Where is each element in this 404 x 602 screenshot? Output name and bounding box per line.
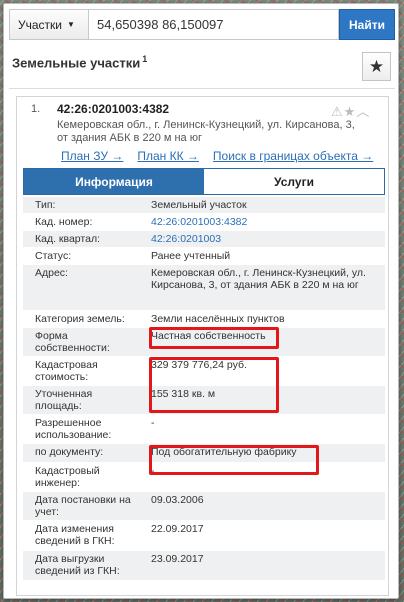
- property-label: Кад. квартал:: [35, 233, 100, 245]
- property-row: Форма собственности: Частная собственност…: [23, 328, 385, 357]
- result-actions: ⚠★︿: [331, 101, 370, 120]
- property-value: Ранее учтенный: [151, 250, 231, 262]
- property-value: Земельный участок: [151, 199, 247, 211]
- star-icon: ★: [368, 56, 385, 76]
- property-label: Дата изменения сведений в ГКН:: [35, 523, 115, 547]
- divider: [9, 88, 395, 89]
- search-bar: Участки ▼ Найти: [9, 9, 395, 40]
- chevron-up-icon[interactable]: ︿: [356, 104, 370, 119]
- property-value: -: [151, 465, 155, 477]
- tab-bar: Информация Услуги: [23, 168, 385, 195]
- search-panel: Участки ▼ Найти Земельные участки1 ★ 1. …: [3, 3, 399, 599]
- property-row: Разрешенное использование: -: [23, 415, 385, 444]
- property-row: по документу: Под обогатительную фабрику: [23, 444, 385, 463]
- property-row: Дата изменения сведений в ГКН: 22.09.2017: [23, 521, 385, 551]
- search-type-label: Участки: [18, 17, 62, 32]
- result-links: План ЗУ → План КК → Поиск в границах объ…: [61, 149, 373, 163]
- property-label: Кад. номер:: [35, 216, 93, 228]
- property-row: Тип: Земельный участок: [23, 197, 385, 214]
- property-row: Кад. номер: 42:26:0201003:4382: [23, 214, 385, 231]
- section-title-text: Земельные участки: [12, 55, 141, 71]
- favorites-button[interactable]: ★: [362, 52, 391, 81]
- properties-table: Тип: Земельный участок Кад. номер: 42:26:02…: [23, 197, 385, 581]
- property-label: по документу:: [35, 446, 104, 458]
- property-value: 155 318 кв. м: [151, 388, 216, 400]
- property-row: Кадастровый инженер: -: [23, 463, 385, 492]
- property-value: 09.03.2006: [151, 494, 204, 506]
- property-row: Дата выгрузки сведений из ГКН: 23.09.2017: [23, 551, 385, 581]
- result-card: 1. 42:26:0201003:4382 ⚠★︿ Кемеровская об…: [16, 96, 389, 596]
- result-count: 1: [142, 54, 148, 64]
- property-label: Адрес:: [35, 267, 68, 279]
- property-value[interactable]: 42:26:0201003:4382: [143, 214, 385, 230]
- result-address: Кемеровская обл., г. Ленинск-Кузнецкий, …: [57, 119, 355, 144]
- property-row: Кадастровая стоимость: 329 379 776,24 руб…: [23, 357, 385, 386]
- property-label: Дата постановки на учет:: [35, 494, 131, 518]
- property-value: 329 379 776,24 руб.: [151, 359, 247, 371]
- property-value[interactable]: 42:26:0201003: [143, 231, 385, 247]
- property-label: Тип:: [35, 199, 56, 211]
- tab-information[interactable]: Информация: [24, 169, 204, 194]
- property-value: -: [151, 417, 155, 429]
- result-cadastral-number[interactable]: 42:26:0201003:4382: [57, 102, 169, 116]
- property-value: 23.09.2017: [151, 553, 204, 565]
- property-row: Уточненная площадь: 155 318 кв. м: [23, 386, 385, 415]
- search-type-select[interactable]: Участки ▼: [9, 9, 88, 40]
- warning-icon[interactable]: ⚠: [331, 104, 344, 119]
- property-row: Категория земель: Земли населённых пункто…: [23, 311, 385, 328]
- property-row: Адрес: Кемеровская обл., г. Ленинск-Кузне…: [23, 265, 385, 311]
- tab-services[interactable]: Услуги: [204, 169, 384, 194]
- property-label: Разрешенное использование:: [35, 417, 112, 441]
- property-label: Категория земель:: [35, 313, 125, 325]
- property-label: Уточненная площадь:: [35, 388, 93, 412]
- plan-kk-link[interactable]: План КК →: [137, 149, 199, 163]
- search-input[interactable]: [88, 9, 339, 40]
- property-value: Под обогатительную фабрику: [151, 446, 297, 458]
- property-label: Форма собственности:: [35, 330, 110, 354]
- star-icon[interactable]: ★: [344, 104, 357, 119]
- property-row: Дата постановки на учет: 09.03.2006: [23, 492, 385, 521]
- chevron-down-icon: ▼: [67, 20, 75, 29]
- result-number: 1.: [31, 103, 41, 115]
- section-title: Земельные участки 1: [12, 54, 147, 70]
- property-value: Частная собственность: [151, 330, 266, 342]
- property-label: Кадастровый инженер:: [35, 465, 100, 489]
- property-label: Кадастровая стоимость:: [35, 359, 98, 383]
- property-value: 22.09.2017: [151, 523, 204, 535]
- property-value: Земли населённых пунктов: [151, 313, 285, 325]
- property-label: Статус:: [35, 250, 72, 262]
- search-in-bounds-link[interactable]: Поиск в границах объекта →: [213, 149, 373, 163]
- property-value: Кемеровская обл., г. Ленинск-Кузнецкий, …: [151, 267, 366, 291]
- property-row: Кад. квартал: 42:26:0201003: [23, 231, 385, 248]
- find-button[interactable]: Найти: [339, 9, 395, 40]
- plan-zu-link[interactable]: План ЗУ →: [61, 149, 123, 163]
- property-label: Дата выгрузки сведений из ГКН:: [35, 553, 120, 577]
- property-row: Статус: Ранее учтенный: [23, 248, 385, 265]
